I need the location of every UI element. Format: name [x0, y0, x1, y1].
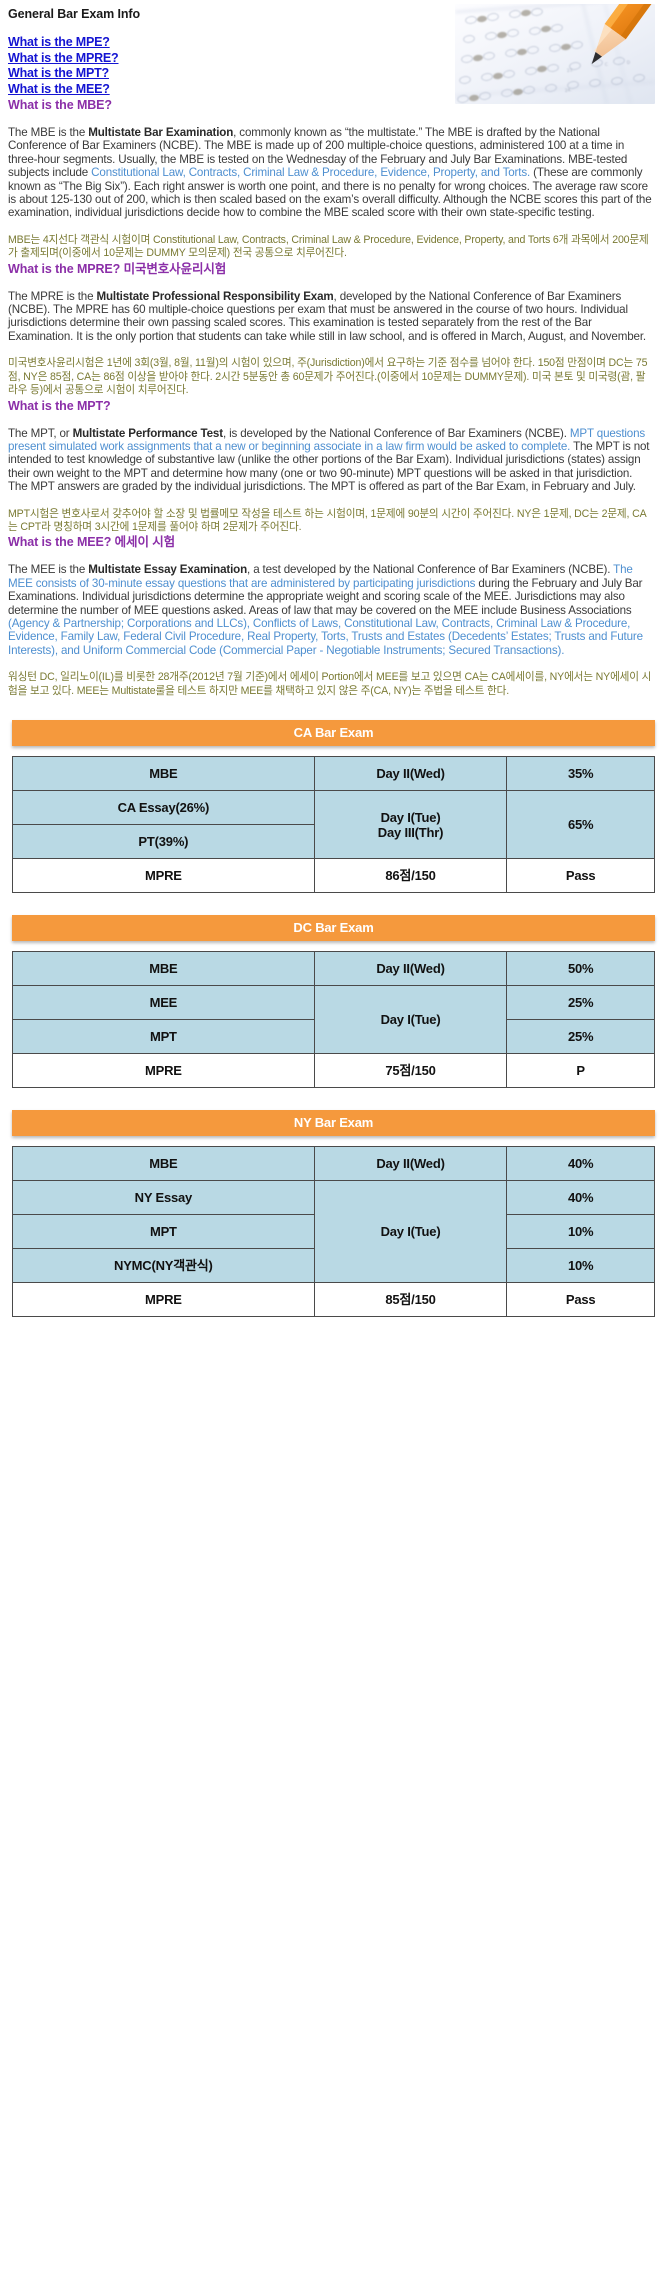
heading-mpre: What is the MPRE? 미국변호사윤리시험 [8, 261, 227, 276]
cell-subject: MBE [12, 1146, 315, 1181]
cell-subject: MBE [12, 756, 315, 791]
text-run-1: Multistate Essay Examination [88, 563, 248, 577]
exam-table-ny: MBE Day II(Wed) 40% NY Essay Day I(Tue) 40% MP… [12, 1146, 655, 1317]
cell-day: 85점/150 [313, 1282, 508, 1317]
table-title-dc: DC Bar Exam [12, 915, 655, 941]
body-mpt: The MPT, or Multistate Performance Test,… [8, 427, 653, 494]
answer-sheet-photo: 23. 24. C D [455, 4, 655, 104]
heading-mpt: What is the MPT? [8, 398, 111, 413]
korean-summary-mpt: MPT시험은 변호사로서 갖추어야 할 소장 및 법률메모 작성을 테스트 하는… [8, 507, 647, 533]
text-run-0: The MPRE is the [8, 289, 97, 303]
section-mee: What is the MEE? 에세이 시험 The MEE is the M… [8, 534, 653, 698]
body-mee: The MEE is the Multistate Essay Examinat… [8, 563, 653, 657]
text-run-0: The MEE is the [8, 563, 89, 577]
cell-day: Day I(Tue) [313, 985, 508, 1054]
cell-subject: MPRE [12, 1282, 315, 1317]
cell-weight: 50% [506, 951, 655, 986]
cell-weight: 10% [506, 1214, 655, 1249]
table-row: MBE Day II(Wed) 35% [12, 756, 655, 791]
cell-subject: CA Essay(26%) [12, 790, 315, 825]
table-row: MPRE 75점/150 P [12, 1053, 655, 1088]
table-block-ca: CA Bar Exam MBE Day II(Wed) 35% CA Essay(26… [12, 720, 655, 893]
table-row: MPRE 85점/150 Pass [12, 1282, 655, 1317]
cell-weight: 40% [506, 1146, 655, 1181]
text-run-5: (Agency & Partnership; Corporations and … [8, 616, 643, 657]
korean-summary-mee: 워싱턴 DC, 일리노이(IL)를 비롯한 28개주(2012년 7월 기준)에… [8, 671, 652, 697]
cell-subject: MPRE [12, 1053, 315, 1088]
cell-weight: 25% [506, 1019, 655, 1054]
table-title-ny: NY Bar Exam [12, 1110, 655, 1136]
section-mbe: What is the MBE? The MBE is the Multista… [8, 97, 653, 261]
korean-summary-mpre: 미국변호사윤리시험은 1년에 3회(3월, 8월, 11월)의 시험이 있으며,… [8, 357, 648, 397]
cell-subject: MPT [12, 1214, 315, 1249]
cell-day: Day I(Tue) Day III(Thr) [313, 790, 508, 859]
text-run-3: Constitutional Law, Contracts, Criminal … [91, 166, 531, 180]
table-block-ny: NY Bar Exam MBE Day II(Wed) 40% NY Essay Day… [12, 1110, 655, 1317]
table-row: MEE Day I(Tue) 25% [12, 985, 655, 1054]
cell-day: 75점/150 [313, 1053, 508, 1088]
cell-subject: NY Essay [12, 1180, 315, 1215]
cell-weight: 25% [506, 985, 655, 1020]
table-row: CA Essay(26%) Day I(Tue) Day III(Thr) 65% [12, 790, 655, 859]
text-run-2: , a test developed by the National Confe… [247, 563, 614, 577]
cell-subject: NYMC(NY객관식) [12, 1248, 315, 1283]
table-row: NY Essay Day I(Tue) 40% [12, 1180, 655, 1283]
text-run-1: Multistate Professional Responsibility E… [96, 289, 334, 303]
cell-weight: Pass [506, 1282, 655, 1317]
cell-weight: 65% [506, 790, 655, 859]
cell-weight: Pass [506, 858, 655, 893]
text-run-2: , is developed by the National Conferenc… [222, 426, 570, 440]
korean-summary-mbe: MBE는 4지선다 객관식 시험이며 Constitutional Law, C… [8, 233, 649, 260]
cell-day: 86점/150 [313, 858, 508, 893]
cell-day: Day II(Wed) [313, 951, 508, 986]
table-title-ca: CA Bar Exam [12, 720, 655, 746]
cell-weight: 35% [506, 756, 655, 791]
cell-weight: P [506, 1053, 655, 1088]
cell-weight: 40% [506, 1180, 655, 1215]
table-row: MPRE 86점/150 Pass [12, 858, 655, 893]
section-mpre: What is the MPRE? 미국변호사윤리시험 The MPRE is … [8, 261, 653, 398]
cell-subject: PT(39%) [12, 824, 315, 859]
cell-subject: MEE [12, 985, 315, 1020]
heading-mee: What is the MEE? 에세이 시험 [8, 535, 176, 550]
text-run-1: Multistate Bar Examination [88, 126, 234, 139]
svg-text:24.: 24. [564, 87, 572, 94]
table-block-dc: DC Bar Exam MBE Day II(Wed) 50% MEE Day I(Tu… [12, 915, 655, 1088]
exam-table-dc: MBE Day II(Wed) 50% MEE Day I(Tue) 25% MPT 25% M… [12, 951, 655, 1088]
cell-subject: MPRE [12, 858, 315, 893]
cell-day: Day I(Tue) [313, 1180, 508, 1283]
cell-subject: MPT [12, 1019, 315, 1054]
body-mbe: The MBE is the Multistate Bar Examinatio… [8, 126, 653, 220]
bar-exam-info-page: 23. 24. C D General Bar Exam Info What i… [0, 0, 663, 2270]
cell-day: Day II(Wed) [313, 1146, 508, 1181]
svg-text:23.: 23. [566, 67, 574, 74]
body-mpre: The MPRE is the Multistate Professional … [8, 290, 653, 344]
section-mpt: What is the MPT? The MPT, or Multistate … [8, 398, 653, 535]
table-row: MBE Day II(Wed) 50% [12, 951, 655, 986]
cell-day: Day II(Wed) [313, 756, 508, 791]
text-run-1: Multistate Performance Test [72, 426, 224, 440]
article-content: What is the MBE? The MBE is the Multista… [0, 97, 663, 698]
text-run-0: The MPT, or [8, 426, 73, 440]
table-row: MBE Day II(Wed) 40% [12, 1146, 655, 1181]
text-run-0: The MBE is the [8, 126, 89, 139]
cell-subject: MBE [12, 951, 315, 986]
cell-weight: 10% [506, 1248, 655, 1283]
exam-table-ca: MBE Day II(Wed) 35% CA Essay(26%) Day I(Tue)… [12, 756, 655, 893]
